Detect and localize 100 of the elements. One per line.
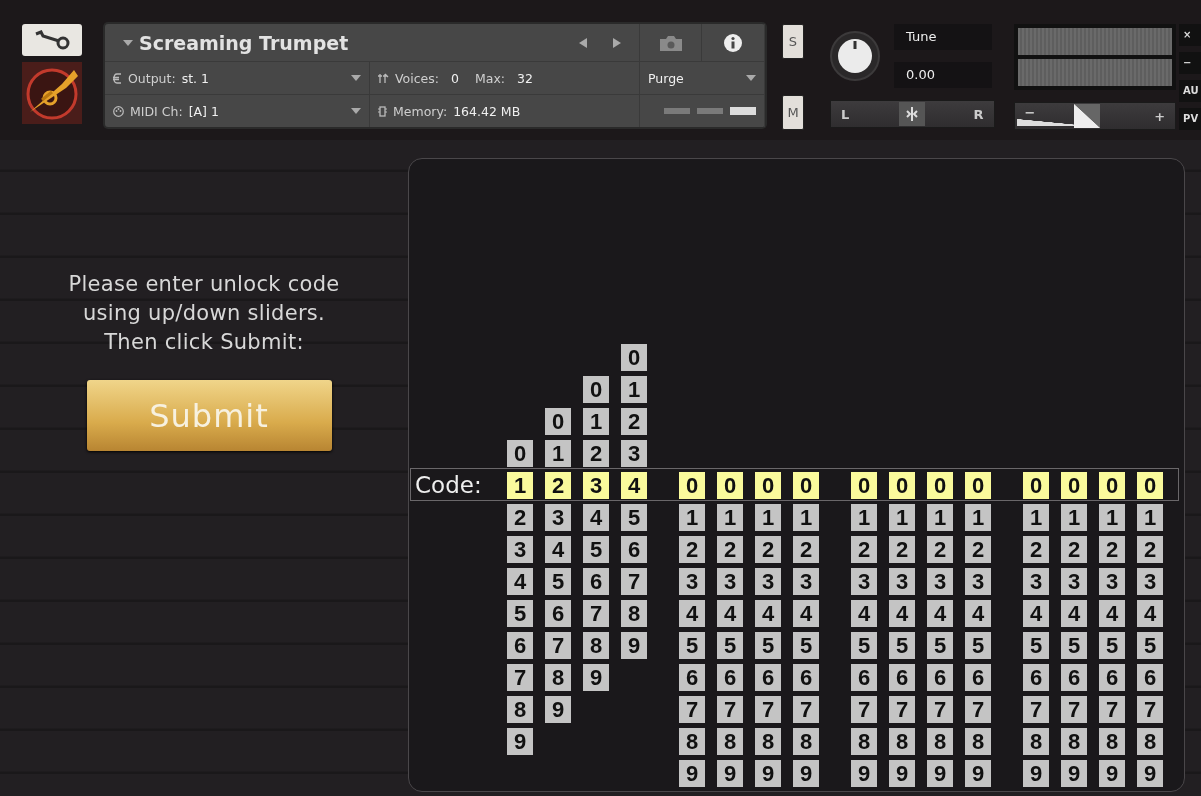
digit-cell[interactable]: 2 [717,536,743,563]
digit-cell[interactable]: 4 [755,600,781,627]
digit-cell[interactable]: 7 [965,696,991,723]
digit-cell[interactable]: 4 [621,472,647,499]
digit-cell[interactable]: 8 [583,632,609,659]
previous-arrow-icon[interactable] [579,37,587,48]
digit-cell[interactable]: 3 [621,440,647,467]
digit-cell[interactable]: 9 [927,760,953,787]
digit-cell[interactable]: 4 [583,504,609,531]
digit-cell[interactable]: 4 [851,600,877,627]
digit-cell[interactable]: 8 [717,728,743,755]
digit-cell[interactable]: 6 [889,664,915,691]
digit-cell[interactable]: 4 [1099,600,1125,627]
digit-cell[interactable]: 0 [717,472,743,499]
digit-cell[interactable]: 8 [1061,728,1087,755]
digit-cell[interactable]: 5 [679,632,705,659]
digit-cell[interactable]: 0 [927,472,953,499]
digit-cell[interactable]: 6 [965,664,991,691]
digit-cell[interactable]: 8 [889,728,915,755]
digit-cell[interactable]: 6 [679,664,705,691]
digit-cell[interactable]: 9 [851,760,877,787]
digit-cell[interactable]: 0 [1137,472,1163,499]
digit-cell[interactable]: 3 [755,568,781,595]
digit-cell[interactable]: 1 [1023,504,1049,531]
digit-cell[interactable]: 3 [1023,568,1049,595]
digit-cell[interactable]: 6 [545,600,571,627]
caret-icon[interactable] [351,108,361,114]
digit-cell[interactable]: 0 [851,472,877,499]
digit-cell[interactable]: 5 [583,536,609,563]
digit-cell[interactable]: 9 [1137,760,1163,787]
digit-cell[interactable]: 9 [1023,760,1049,787]
pan-slider[interactable]: L R [830,100,995,128]
digit-cell[interactable]: 3 [889,568,915,595]
digit-cell[interactable]: 3 [965,568,991,595]
digit-cell[interactable]: 6 [755,664,781,691]
digit-cell[interactable]: 4 [1023,600,1049,627]
side-button[interactable]: × [1179,24,1201,46]
digit-cell[interactable]: 2 [965,536,991,563]
digit-cell[interactable]: 5 [1061,632,1087,659]
digit-cell[interactable]: 7 [717,696,743,723]
digit-cell[interactable]: 2 [889,536,915,563]
side-button[interactable]: AU [1179,80,1201,102]
digit-cell[interactable]: 0 [793,472,819,499]
side-button[interactable]: PV [1179,108,1201,130]
digit-cell[interactable]: 3 [717,568,743,595]
digit-cell[interactable]: 5 [1137,632,1163,659]
pan-handle[interactable] [899,102,926,126]
digit-cell[interactable]: 5 [965,632,991,659]
digit-cell[interactable]: 2 [1023,536,1049,563]
digit-cell[interactable]: 9 [755,760,781,787]
digit-cell[interactable]: 6 [927,664,953,691]
caret-icon[interactable] [123,39,133,46]
digit-cell[interactable]: 2 [851,536,877,563]
digit-cell[interactable]: 9 [621,632,647,659]
digit-cell[interactable]: 6 [1023,664,1049,691]
digit-cell[interactable]: 0 [679,472,705,499]
digit-cell[interactable]: 5 [755,632,781,659]
digit-cell[interactable]: 6 [851,664,877,691]
digit-cell[interactable]: 0 [1099,472,1125,499]
digit-cell[interactable]: 0 [965,472,991,499]
digit-cell[interactable]: 2 [1137,536,1163,563]
digit-cell[interactable]: 4 [679,600,705,627]
digit-cell[interactable]: 9 [1099,760,1125,787]
digit-cell[interactable]: 1 [621,376,647,403]
digit-cell[interactable]: 5 [621,504,647,531]
digit-cell[interactable]: 9 [793,760,819,787]
digit-cell[interactable]: 0 [621,344,647,371]
digit-cell[interactable]: 9 [889,760,915,787]
digit-cell[interactable]: 8 [1023,728,1049,755]
digit-cell[interactable]: 1 [545,440,571,467]
digit-cell[interactable]: 7 [1099,696,1125,723]
digit-cell[interactable]: 2 [507,504,533,531]
digit-cell[interactable]: 8 [965,728,991,755]
digit-cell[interactable]: 0 [1061,472,1087,499]
digit-cell[interactable]: 6 [1061,664,1087,691]
digit-cell[interactable]: 2 [621,408,647,435]
digit-cell[interactable]: 1 [927,504,953,531]
digit-cell[interactable]: 4 [793,600,819,627]
digit-cell[interactable]: 4 [1137,600,1163,627]
digit-cell[interactable]: 1 [1061,504,1087,531]
digit-cell[interactable]: 9 [583,664,609,691]
digit-cell[interactable]: 1 [679,504,705,531]
digit-cell[interactable]: 3 [851,568,877,595]
digit-cell[interactable]: 1 [583,408,609,435]
digit-cell[interactable]: 5 [507,600,533,627]
digit-cell[interactable]: 2 [793,536,819,563]
digit-cell[interactable]: 7 [889,696,915,723]
digit-cell[interactable]: 6 [621,536,647,563]
digit-cell[interactable]: 4 [1061,600,1087,627]
digit-cell[interactable]: 7 [1137,696,1163,723]
digit-cell[interactable]: 6 [1137,664,1163,691]
digit-cell[interactable]: 8 [755,728,781,755]
digit-cell[interactable]: 8 [927,728,953,755]
digit-cell[interactable]: 6 [793,664,819,691]
side-button[interactable]: − [1179,52,1201,74]
digit-cell[interactable]: 7 [1061,696,1087,723]
digit-cell[interactable]: 3 [1137,568,1163,595]
digit-cell[interactable]: 3 [545,504,571,531]
digit-cell[interactable]: 0 [1023,472,1049,499]
digit-cell[interactable]: 5 [717,632,743,659]
